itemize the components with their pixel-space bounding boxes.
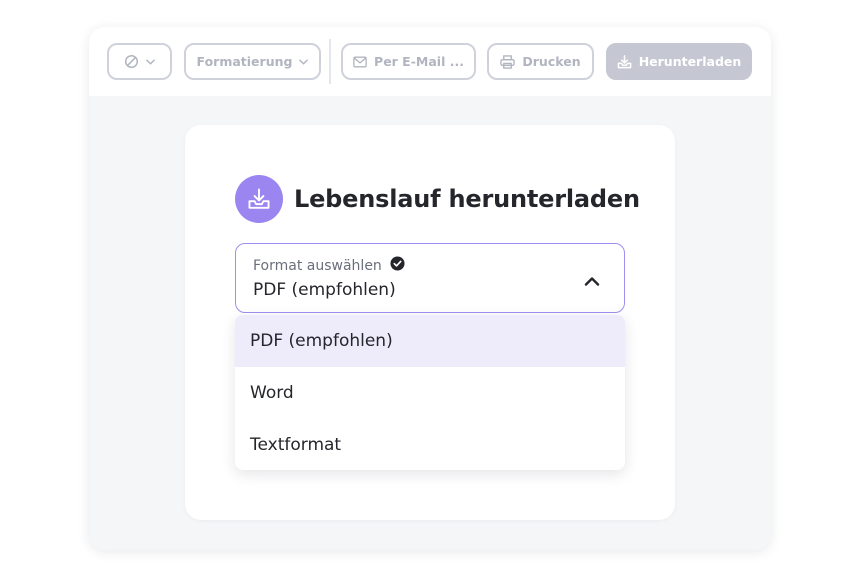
format-option-word[interactable]: Word	[235, 367, 625, 419]
dialog-title: Lebenslauf herunterladen	[294, 185, 640, 213]
format-option-pdf[interactable]: PDF (empfohlen)	[235, 315, 625, 367]
chevron-down-icon	[299, 58, 309, 65]
toolbar-divider	[329, 39, 331, 84]
email-label: Per E-Mail ...	[374, 54, 464, 69]
mail-icon	[353, 56, 367, 68]
download-label: Herunterladen	[638, 54, 742, 69]
download-button[interactable]: Herunterladen	[606, 43, 752, 80]
email-button[interactable]: Per E-Mail ...	[341, 43, 476, 80]
formatting-dropdown-button[interactable]: Formatierung	[184, 43, 321, 80]
download-tray-icon	[235, 175, 283, 223]
style-dropdown-button[interactable]	[107, 43, 172, 80]
format-select-label-row: Format auswählen	[253, 256, 405, 275]
print-button[interactable]: Drucken	[487, 43, 594, 80]
print-label: Drucken	[522, 54, 581, 69]
format-select[interactable]: Format auswählen PDF (empfohlen)	[235, 243, 625, 313]
slash-circle-icon	[124, 54, 139, 69]
chevron-down-icon	[146, 58, 155, 65]
check-circle-icon	[390, 256, 405, 275]
formatting-label: Formatierung	[196, 54, 293, 69]
format-options-list: PDF (empfohlen) Word Textformat	[235, 315, 625, 470]
format-select-label: Format auswählen	[253, 257, 382, 274]
chevron-up-icon[interactable]	[584, 271, 600, 290]
dialog-header: Lebenslauf herunterladen	[235, 175, 640, 223]
format-option-text[interactable]: Textformat	[235, 419, 625, 470]
format-select-value: PDF (empfohlen)	[253, 280, 396, 300]
toolbar: Formatierung Per E-Mail ... Drucken Heru…	[89, 27, 771, 96]
app-window: Formatierung Per E-Mail ... Drucken Heru…	[89, 27, 771, 550]
download-dialog: Lebenslauf herunterladen Format auswähle…	[185, 125, 675, 520]
printer-icon	[500, 54, 516, 69]
download-tray-icon	[617, 54, 632, 69]
